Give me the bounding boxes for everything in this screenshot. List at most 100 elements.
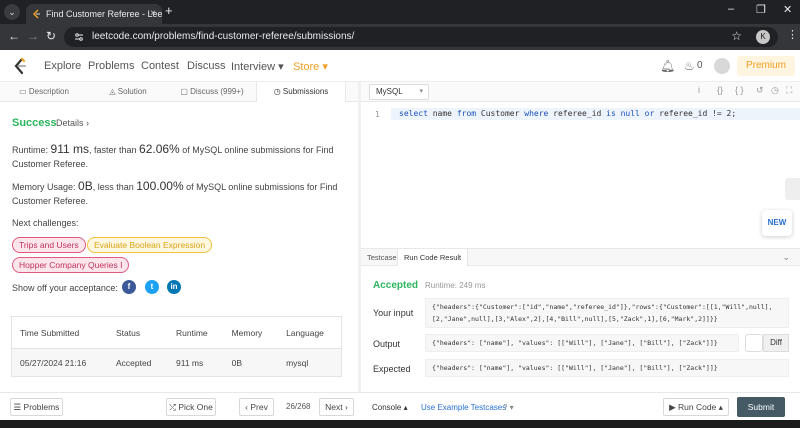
result-runtime: Runtime: 249 ms xyxy=(425,281,486,290)
cell-memory: 0B xyxy=(223,348,279,377)
tab-submissions[interactable]: ◷ Submissions xyxy=(256,82,346,102)
bookmark-star-icon[interactable]: ☆ xyxy=(731,29,742,43)
premium-button[interactable]: Premium xyxy=(737,56,795,76)
output-box: {"headers": ["name"], "values": [["Will"… xyxy=(425,334,739,352)
close-tab-icon[interactable]: × xyxy=(150,4,156,24)
challenge-chip[interactable]: Evaluate Boolean Expression xyxy=(87,237,213,253)
user-avatar[interactable] xyxy=(714,58,730,74)
tab-discuss-label: Discuss (999+) xyxy=(190,87,244,96)
nav-problems[interactable]: Problems xyxy=(88,60,134,72)
leetcode-logo-icon[interactable] xyxy=(12,57,28,75)
runtime-label: Runtime: xyxy=(12,145,51,155)
solution-icon: ◬ xyxy=(109,87,116,96)
language-select[interactable]: MySQL ▾ xyxy=(369,84,429,100)
new-tab-button[interactable]: + xyxy=(165,3,173,18)
notification-bell-icon[interactable]: 🔔︎ xyxy=(660,59,675,73)
nav-contest[interactable]: Contest xyxy=(141,60,179,72)
challenge-chip[interactable]: Trips and Users xyxy=(12,237,86,253)
nav-interview[interactable]: Interview ▾ xyxy=(231,60,284,73)
forward-icon[interactable]: → xyxy=(27,29,39,43)
challenge-chip[interactable]: Hopper Company Queries I xyxy=(12,257,130,273)
code-keyword: where xyxy=(524,109,549,118)
use-example-testcases-link[interactable]: Use Example Testcases xyxy=(421,403,506,412)
collapse-console-icon[interactable]: ⌄ xyxy=(782,252,790,263)
memory-stat: Memory Usage: 0B, less than 100.00% of M… xyxy=(12,179,352,208)
footer-bar: ☰ Problems ⤮ Pick One ‹ Prev 26/268 Next… xyxy=(0,392,800,420)
fire-icon[interactable]: ♨ xyxy=(684,59,695,73)
problems-button[interactable]: ☰ Problems xyxy=(10,398,63,416)
close-window-icon[interactable]: ✕ xyxy=(783,3,792,16)
twitter-icon[interactable]: t xyxy=(145,280,159,294)
url-field[interactable]: leetcode.com/problems/find-customer-refe… xyxy=(64,27,778,47)
fullscreen-icon[interactable]: ⛶ xyxy=(786,85,792,96)
linkedin-icon[interactable]: in xyxy=(167,280,181,294)
reset-icon[interactable]: ↺ xyxy=(756,85,764,96)
new-feature-button[interactable]: NEW xyxy=(762,210,792,236)
nav-explore[interactable]: Explore xyxy=(44,60,81,72)
code-text: referee_id != 2; xyxy=(654,109,737,118)
details-link[interactable]: Details › xyxy=(56,118,89,128)
console-toggle[interactable]: Console ▴ xyxy=(372,403,408,412)
editor-toolbar: MySQL ▾ i {} { } ↺ ◷ ⛶ xyxy=(361,82,800,102)
notification-count: 0 xyxy=(697,60,703,71)
format-icon[interactable]: { } xyxy=(735,85,744,95)
table-row[interactable]: 05/27/2024 21:16 Accepted 911 ms 0B mysq… xyxy=(11,348,342,377)
expected-box: {"headers": ["name"], "values": [["Will"… xyxy=(425,359,789,377)
pick-one-button[interactable]: ⤮ Pick One xyxy=(166,398,216,416)
browser-menu-icon[interactable]: ⋮ xyxy=(787,28,798,41)
diff-toggle[interactable] xyxy=(745,334,763,352)
restore-icon[interactable]: ❐ xyxy=(756,3,766,16)
minimize-icon[interactable]: – xyxy=(728,3,734,15)
facebook-icon[interactable]: f xyxy=(122,280,136,294)
profile-avatar[interactable]: K xyxy=(756,30,770,44)
tab-solution[interactable]: ◬ Solution xyxy=(88,82,168,102)
code-text: Customer xyxy=(476,109,525,118)
cell-language: mysql xyxy=(278,348,342,377)
cell-status-link[interactable]: Accepted xyxy=(107,348,168,377)
tab-solution-label: Solution xyxy=(117,87,147,96)
tab-search-button[interactable]: ⌄ xyxy=(4,4,20,20)
output-label: Output xyxy=(373,339,401,349)
memory-mid: , less than xyxy=(92,182,137,192)
next-button[interactable]: Next › xyxy=(319,398,354,416)
col-runtime: Runtime xyxy=(168,316,224,349)
input-box: {"headers":{"Customer":["id","name","ref… xyxy=(425,298,789,328)
prev-button[interactable]: ‹ Prev xyxy=(239,398,274,416)
page-indicator: 26/268 xyxy=(286,402,311,411)
back-icon[interactable]: ← xyxy=(8,29,20,43)
cell-time: 05/27/2024 21:16 xyxy=(11,348,108,377)
settings-icon[interactable]: ◷ xyxy=(771,85,779,96)
tab-description[interactable]: ▭ Description xyxy=(0,82,88,102)
reload-icon[interactable]: ↻ xyxy=(46,29,56,43)
run-code-button[interactable]: ▶ Run Code ▴ xyxy=(663,398,729,416)
address-bar-row: ← → ↻ leetcode.com/problems/find-custome… xyxy=(0,24,800,50)
expected-label: Expected xyxy=(373,364,411,374)
help-icon[interactable]: ? ▾ xyxy=(503,403,514,412)
browser-tab-title: Find Customer Referee - LeetC xyxy=(46,9,162,19)
nav-store[interactable]: Store ▾ xyxy=(293,60,328,73)
code-editor[interactable]: 1 select name from Customer where refere… xyxy=(361,102,800,248)
nav-discuss[interactable]: Discuss xyxy=(187,60,226,72)
col-language: Language xyxy=(278,316,342,349)
site-info-icon[interactable] xyxy=(74,32,84,42)
next-challenges-label: Next challenges: xyxy=(12,218,79,228)
tab-run-code-result[interactable]: Run Code Result xyxy=(397,249,469,266)
braces-icon[interactable]: {} xyxy=(717,85,723,95)
tab-discuss[interactable]: ▢ Discuss (999+) xyxy=(168,82,256,102)
code-line[interactable]: select name from Customer where referee_… xyxy=(391,108,800,120)
submit-button[interactable]: Submit xyxy=(737,397,785,417)
browser-tab[interactable]: Find Customer Referee - LeetC × xyxy=(26,4,162,24)
memory-value: 0B xyxy=(78,179,93,193)
show-off-label: Show off your acceptance: xyxy=(12,283,118,293)
tab-description-label: Description xyxy=(28,87,69,96)
leetcode-favicon-icon xyxy=(32,9,40,19)
submission-status: Success xyxy=(12,117,57,129)
side-panel-toggle[interactable] xyxy=(785,178,800,200)
memory-label: Memory Usage: xyxy=(12,182,79,192)
result-status: Accepted xyxy=(373,280,419,291)
cell-runtime: 911 ms xyxy=(168,348,224,377)
diff-button[interactable]: Diff xyxy=(763,334,789,352)
code-keyword: select xyxy=(399,109,428,118)
memory-percentile: 100.00% xyxy=(136,179,184,193)
info-icon[interactable]: i xyxy=(698,85,700,95)
